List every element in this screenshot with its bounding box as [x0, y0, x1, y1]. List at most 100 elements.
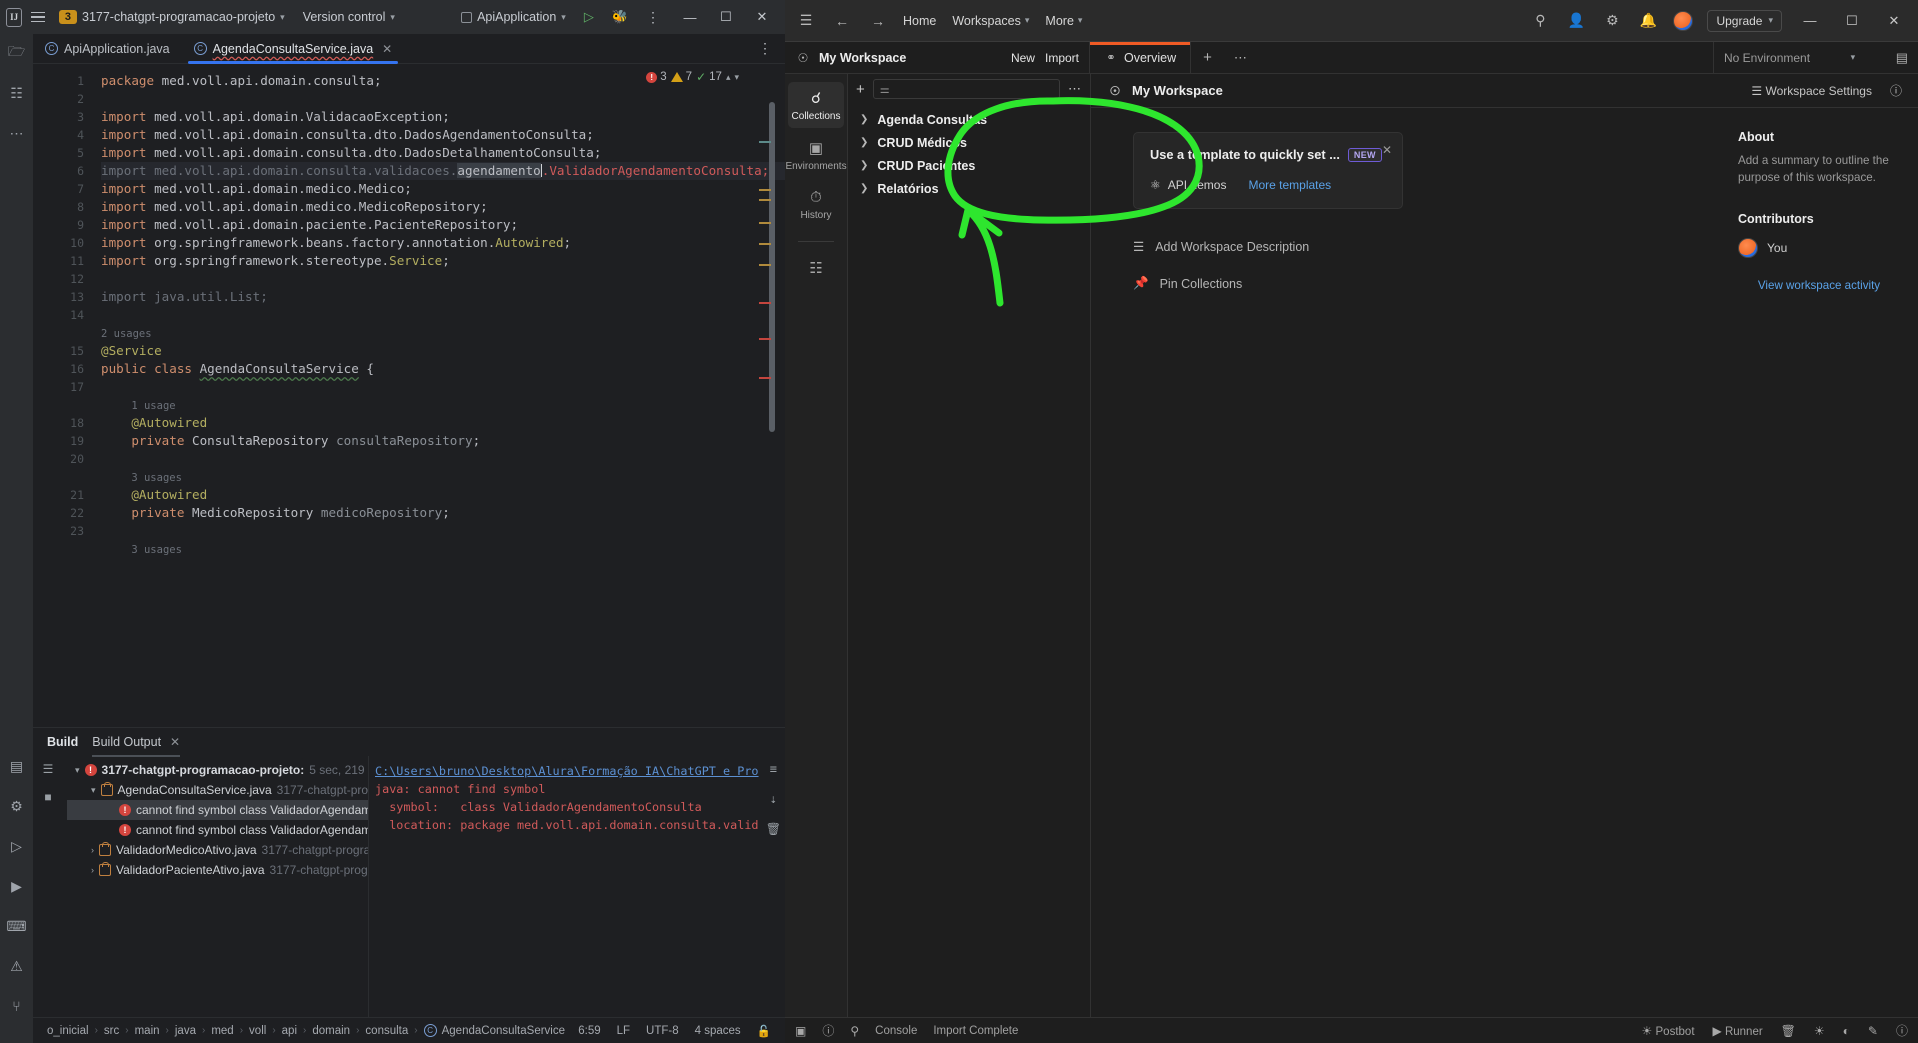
warning-count[interactable]: 7 [670, 71, 692, 83]
code-text[interactable]: package med.voll.api.domain.consulta; im… [93, 64, 785, 727]
editor-tab-agendaconsultaservice[interactable]: C AgendaConsultaService.java ✕ [182, 34, 405, 64]
breadcrumb-7[interactable]: domain [306, 1025, 356, 1037]
rail-collections[interactable]: ☌ Collections [788, 82, 844, 128]
breadcrumb-1[interactable]: src [98, 1025, 125, 1037]
hamburger-icon[interactable]: ☰ [795, 10, 817, 32]
vim-icon[interactable]: ✎ [1868, 1024, 1878, 1038]
scrollbar-thumb[interactable] [769, 102, 775, 432]
file-encoding[interactable]: UTF-8 [646, 1025, 679, 1037]
rail-add-module[interactable]: ☷ [788, 252, 844, 283]
filter-input[interactable]: ⚌ [872, 79, 1060, 99]
environment-quick-look-icon[interactable]: ▤ [1896, 50, 1908, 66]
search-icon[interactable]: ⚲ [1529, 10, 1551, 32]
view-workspace-activity-link[interactable]: View workspace activity [1738, 278, 1900, 293]
build-console-output[interactable]: C:\Users\bruno\Desktop\Alura\Formação IA… [368, 756, 785, 1017]
user-avatar[interactable] [1673, 10, 1694, 31]
maximize-button[interactable]: ☐ [709, 2, 743, 32]
console-file-link[interactable]: C:\Users\bruno\Desktop\Alura\Formação IA… [375, 764, 759, 778]
nav-workspaces[interactable]: Workspaces ▾ [952, 14, 1029, 28]
trash-icon[interactable]: 🗑 [1781, 1024, 1796, 1038]
tab-build[interactable]: Build [47, 728, 78, 756]
gear-icon[interactable]: ⚙ [1601, 10, 1623, 32]
build-tree-row[interactable]: › ValidadorPacienteAtivo.java 3177-chatg… [67, 860, 368, 880]
usage-hint-field-1[interactable]: 1 usage [131, 400, 175, 412]
question-circle-icon[interactable]: ⓘ [822, 1022, 834, 1039]
nav-more[interactable]: More ▾ [1045, 14, 1082, 28]
main-menu-icon[interactable] [28, 6, 47, 28]
problems-icon[interactable]: ⚠ [5, 955, 29, 977]
git-icon[interactable]: ⑂ [5, 995, 29, 1017]
api-demos-link[interactable]: ⚛ API demos [1150, 178, 1226, 192]
editor-scrollbar[interactable] [759, 94, 777, 727]
close-icon[interactable]: ✕ [1382, 143, 1392, 157]
build-tree-row[interactable]: ! cannot find symbol class ValidadorAgen… [67, 800, 368, 820]
new-button[interactable]: New [1011, 51, 1035, 65]
code-editor[interactable]: ! 3 7 ✓ 17 ▴ ▾ 1 2 3 4 5 6 7 8 9 10 11 1… [33, 64, 785, 727]
close-tab-icon[interactable]: ✕ [382, 42, 392, 56]
breadcrumb-2[interactable]: main [129, 1025, 166, 1037]
usage-hint-class[interactable]: 2 usages [101, 328, 152, 340]
usage-hint-field-2[interactable]: 3 usages [131, 472, 182, 484]
twisty-icon[interactable]: › [91, 865, 94, 875]
breadcrumb-6[interactable]: api [276, 1025, 303, 1037]
collection-item-agenda-consultas[interactable]: ❯ Agenda Consultas [848, 108, 1090, 131]
close-button[interactable]: ✕ [745, 2, 779, 32]
weak-warning-count[interactable]: ✓ 17 [696, 70, 722, 84]
project-tool-window-icon[interactable]: 🗁 [5, 42, 29, 64]
usage-hint-field-3[interactable]: 3 usages [131, 544, 182, 556]
new-tab-button[interactable]: + [1191, 42, 1224, 73]
settings-icon[interactable]: ■ [44, 790, 51, 804]
twisty-icon[interactable]: › [91, 845, 94, 855]
rail-history[interactable]: ⏱ History [788, 182, 844, 227]
arrow-right-icon[interactable]: → [867, 10, 889, 32]
panel-toggle-icon[interactable]: ▣ [795, 1024, 806, 1038]
postbot-button[interactable]: ☀ Postbot [1642, 1024, 1695, 1038]
project-selector[interactable]: 3 3177-chatgpt-programacao-projeto ▾ [53, 8, 291, 26]
trash-icon[interactable]: 🗑 [766, 820, 781, 838]
tab-build-output[interactable]: Build Output ✕ [92, 728, 180, 757]
arrow-left-icon[interactable]: ← [831, 10, 853, 32]
collection-item-crud-medicos[interactable]: ❯ CRUD Médicos [848, 131, 1090, 154]
version-control-menu[interactable]: Version control ▾ [297, 8, 401, 26]
terminal-icon[interactable]: ⌨ [5, 915, 29, 937]
run-configuration-selector[interactable]: ApiApplication ▾ [455, 8, 572, 26]
filter-icon[interactable]: ☰ [43, 762, 54, 776]
more-tool-windows-icon[interactable]: ⋯ [5, 122, 29, 144]
run-button[interactable]: ▷ [578, 7, 600, 27]
workspace-settings-button[interactable]: ☰ Workspace Settings [1751, 84, 1872, 98]
editor-tab-apiapplication[interactable]: C ApiApplication.java [33, 34, 182, 64]
debug-tool-window-icon[interactable]: ▶ [5, 875, 29, 897]
settings-icon[interactable]: ⚙ [5, 795, 29, 817]
environment-selector[interactable]: No Environment ▾ ▤ [1713, 42, 1918, 73]
add-workspace-description-button[interactable]: ☰ Add Workspace Description [1133, 239, 1710, 255]
chevron-right-icon[interactable]: ❯ [860, 137, 868, 148]
build-tree-row[interactable]: ▾ AgendaConsultaService.java 3177-chatgp… [67, 780, 368, 800]
chevron-right-icon[interactable]: ❯ [860, 160, 868, 171]
rail-environments[interactable]: ▣ Environments [785, 132, 846, 178]
bell-icon[interactable]: 🔔 [1637, 10, 1659, 32]
prev-problem-icon[interactable]: ▴ [726, 72, 731, 83]
contributor-row[interactable]: You [1738, 238, 1900, 258]
next-problem-icon[interactable]: ▾ [734, 72, 739, 83]
editor-tabs-more-icon[interactable]: ⋮ [758, 40, 785, 57]
maximize-button[interactable]: ☐ [1838, 8, 1866, 34]
pin-collections-button[interactable]: 📌 Pin Collections [1133, 276, 1710, 291]
nav-home[interactable]: Home [903, 14, 936, 28]
breadcrumb-5[interactable]: voll [243, 1025, 272, 1037]
collection-item-crud-pacientes[interactable]: ❯ CRUD Pacientes [848, 154, 1090, 177]
breadcrumb-9[interactable]: C AgendaConsultaService [418, 1024, 571, 1037]
search-icon[interactable]: ⚲ [850, 1024, 859, 1038]
help-icon[interactable]: ⓘ [1896, 1022, 1908, 1039]
minimize-button[interactable]: — [1796, 8, 1824, 34]
run-tool-window-icon[interactable]: ▷ [5, 835, 29, 857]
caret-position[interactable]: 6:59 [578, 1025, 600, 1037]
breadcrumb-3[interactable]: java [169, 1025, 202, 1037]
minimize-button[interactable]: — [673, 2, 707, 32]
breadcrumb-8[interactable]: consulta [359, 1025, 414, 1037]
error-count[interactable]: ! 3 [646, 71, 667, 83]
build-tree-row[interactable]: › ValidadorMedicoAtivo.java 3177-chatgpt… [67, 840, 368, 860]
build-tree-row[interactable]: ! cannot find symbol class ValidadorAgen… [67, 820, 368, 840]
import-button[interactable]: Import [1045, 51, 1079, 65]
invite-user-icon[interactable]: 👤 [1565, 10, 1587, 32]
build-tree-row[interactable]: ▾ ! 3177-chatgpt-programacao-projeto: 5 … [67, 760, 368, 780]
